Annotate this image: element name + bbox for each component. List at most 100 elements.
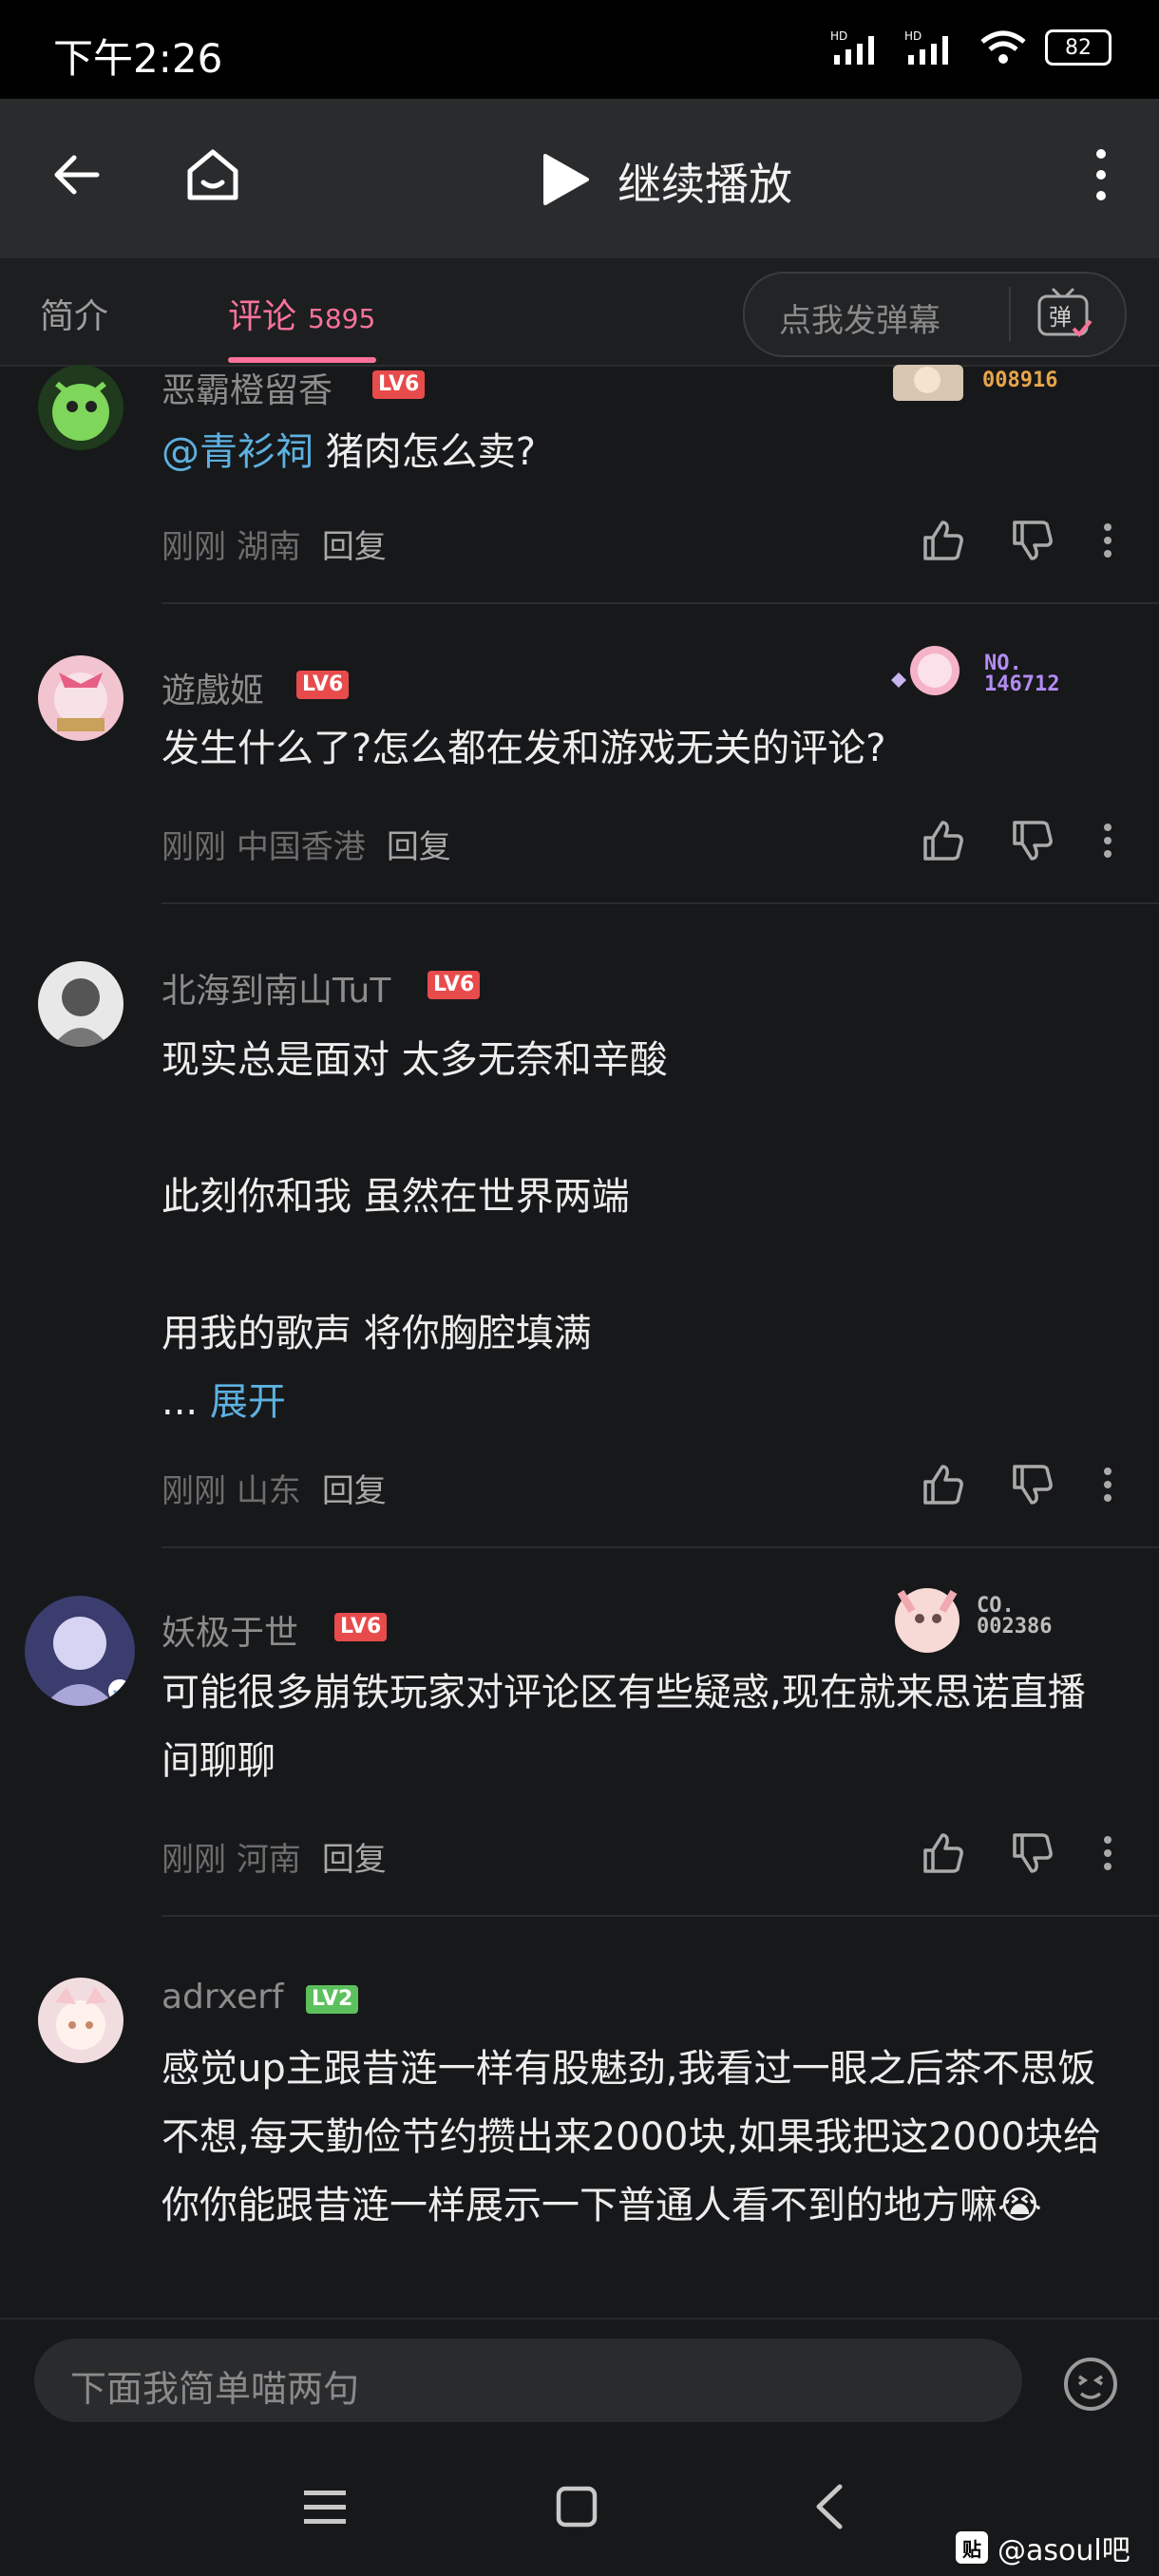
fan-badge-image: [891, 646, 960, 695]
thumb-down-icon[interactable]: [1011, 1463, 1054, 1506]
tab-bar: 简介 评论 5895 点我发弹幕 弹: [0, 258, 1159, 367]
level-badge: LV6: [296, 671, 350, 699]
level-badge: LV6: [334, 1613, 388, 1641]
danmaku-toggle-icon[interactable]: 弹: [1036, 287, 1094, 342]
mention-link[interactable]: @青衫祠: [162, 430, 314, 474]
network-label: HD: [904, 29, 922, 43]
fan-badge-number: NO. 146712: [984, 653, 1059, 695]
username[interactable]: 遊戲姬: [162, 663, 264, 712]
continue-playing-button[interactable]: 继续播放: [618, 150, 792, 213]
danmaku-input[interactable]: 点我发弹幕 弹: [743, 272, 1127, 357]
username[interactable]: 妖极于世: [162, 1605, 298, 1655]
level-badge: LV2: [306, 1985, 359, 2014]
comment-actions: [922, 1463, 1115, 1506]
comment-input-placeholder: 下面我简单喵两句: [70, 2368, 360, 2410]
divider: [1009, 287, 1011, 342]
avatar[interactable]: [38, 655, 124, 741]
comment-actions: [922, 1831, 1115, 1875]
comment-item: 妖极于世 LV6 CO. 002386 可能很多崩铁玩家对评论区有些疑惑,现在就来…: [0, 1588, 1159, 1919]
username[interactable]: 恶霸橙留香: [162, 363, 332, 412]
comment-time: 刚刚: [162, 828, 226, 866]
thumb-up-icon[interactable]: [922, 1831, 965, 1875]
reply-button[interactable]: 回复: [322, 1472, 387, 1510]
tab-comments-label: 评论: [228, 297, 297, 336]
more-vertical-icon[interactable]: [1100, 1834, 1115, 1872]
comment-line: 现实总是面对 太多无奈和辛酸: [162, 1038, 668, 1082]
thumb-up-icon[interactable]: [922, 519, 965, 562]
network-label: HD: [830, 29, 847, 43]
thumb-down-icon[interactable]: [1011, 819, 1054, 862]
fan-badge-image: [895, 1588, 960, 1653]
fan-badge-image: [893, 365, 963, 401]
comments-count: 5895: [308, 303, 376, 334]
divider: [162, 1546, 1159, 1548]
divider: [162, 1915, 1159, 1917]
reply-button[interactable]: 回复: [322, 528, 387, 566]
comment-text: 感觉up主跟昔涟一样有股魅劲,我看过一眼之后茶不思饭不想,每天勤俭节约攒出来20…: [162, 2047, 1102, 2227]
tab-intro[interactable]: 简介: [40, 289, 108, 338]
thumb-down-icon[interactable]: [1011, 1831, 1054, 1875]
comment-item: 遊戲姬 LV6 NO. 146712 发生什么了?怎么都在发和游戏无关的评论? 刚…: [0, 646, 1159, 904]
battery-indicator: 82: [1045, 29, 1112, 66]
comment-text: @青衫祠 猪肉怎么卖?: [162, 418, 1112, 486]
back-arrow-icon[interactable]: [49, 146, 106, 203]
more-vertical-icon[interactable]: [1100, 822, 1115, 860]
level-badge: LV6: [372, 370, 426, 399]
status-icons: HD HD 82: [830, 28, 1112, 66]
avatar[interactable]: [38, 961, 124, 1047]
nav-back-icon[interactable]: [811, 2483, 849, 2530]
status-time: 下午2:26: [53, 35, 223, 82]
comment-item: 恶霸橙留香 LV6 008916 @青衫祠 猪肉怎么卖? 刚刚 湖南 回复: [0, 365, 1159, 604]
comment-actions: [922, 519, 1115, 562]
comment-actions: [922, 819, 1115, 862]
comment-time: 刚刚: [162, 1472, 226, 1510]
comment-input[interactable]: 下面我简单喵两句: [34, 2339, 1022, 2422]
fan-badge-number: CO. 002386: [977, 1596, 1052, 1638]
square-icon[interactable]: [555, 2485, 598, 2529]
comment-location: 河南: [236, 1841, 301, 1879]
avatar[interactable]: [38, 365, 124, 450]
fan-badge-number: 008916: [982, 369, 1058, 392]
menu-icon[interactable]: [302, 2487, 348, 2529]
avatar[interactable]: [25, 1596, 135, 1706]
danmaku-icon-text: 弹: [1049, 304, 1072, 331]
watermark-text: @asoul吧: [998, 2534, 1130, 2567]
username[interactable]: adrxerf: [162, 1978, 284, 2017]
comment-meta: 刚刚 河南 回复: [162, 1833, 387, 1880]
avatar[interactable]: [38, 1978, 124, 2063]
more-vertical-icon[interactable]: [1100, 521, 1115, 559]
comment-location: 中国香港: [236, 828, 366, 866]
comment-line: 用我的歌声 将你胸腔填满: [162, 1312, 592, 1355]
danmaku-placeholder: 点我发弹幕: [779, 302, 940, 340]
comment-time: 刚刚: [162, 1841, 226, 1879]
more-vertical-icon[interactable]: [1087, 146, 1115, 203]
level-badge: LV6: [428, 971, 481, 999]
comment-meta: 刚刚 湖南 回复: [162, 521, 387, 567]
username[interactable]: 北海到南山TuT: [162, 963, 390, 1013]
thumb-up-icon[interactable]: [922, 1463, 965, 1506]
comment-item: adrxerf LV2 感觉up主跟昔涟一样有股魅劲,我看过一眼之后茶不思饭不想…: [0, 1978, 1159, 2316]
thumb-up-icon[interactable]: [922, 819, 965, 862]
watermark: 贴 @asoul吧: [956, 2527, 1130, 2568]
comment-meta: 刚刚 中国香港 回复: [162, 821, 451, 867]
comment-text: 现实总是面对 太多无奈和辛酸 此刻你和我 虽然在世界两端 用我的歌声 将你胸腔填…: [162, 1026, 1112, 1436]
signal-icon: HD: [830, 29, 874, 65]
reply-button[interactable]: 回复: [387, 828, 451, 866]
fan-badge-value: 146712: [984, 672, 1060, 696]
comment-location: 山东: [236, 1472, 301, 1510]
divider: [162, 902, 1159, 904]
play-icon[interactable]: [532, 148, 595, 211]
status-bar: 下午2:26 HD HD 82: [0, 0, 1159, 99]
comment-input-bar: 下面我简单喵两句: [0, 2318, 1159, 2443]
comment-text: 发生什么了?怎么都在发和游戏无关的评论?: [162, 727, 886, 770]
emoji-icon[interactable]: [1062, 2356, 1119, 2413]
comment-text: 可能很多崩铁玩家对评论区有些疑惑,现在就来思诺直播间聊聊: [162, 1671, 1086, 1783]
thumb-down-icon[interactable]: [1011, 519, 1054, 562]
tab-comments[interactable]: 评论 5895: [228, 289, 375, 338]
comment-line: 此刻你和我 虽然在世界两端: [162, 1175, 630, 1219]
expand-link[interactable]: 展开: [210, 1380, 286, 1424]
reply-button[interactable]: 回复: [322, 1841, 387, 1879]
home-icon[interactable]: [182, 144, 243, 205]
comment-item: 北海到南山TuT LV6 现实总是面对 太多无奈和辛酸 此刻你和我 虽然在世界两…: [0, 961, 1159, 1550]
more-vertical-icon[interactable]: [1100, 1466, 1115, 1504]
